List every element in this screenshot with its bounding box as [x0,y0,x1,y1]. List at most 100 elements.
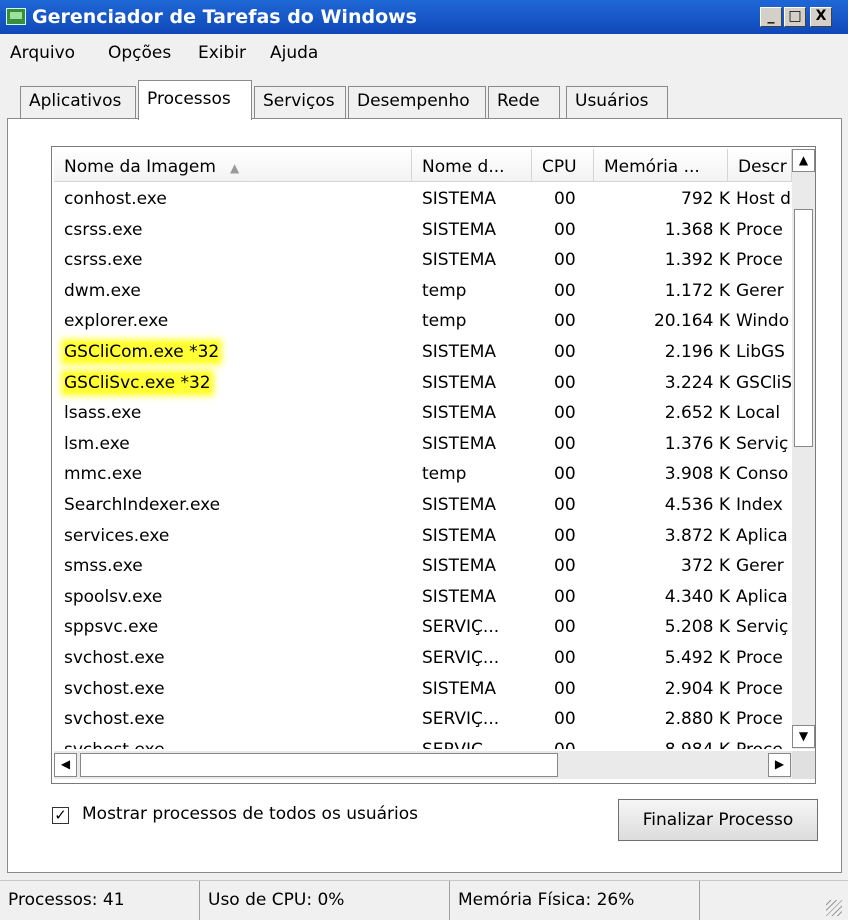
description-cell: GSCliS [736,372,792,393]
table-row[interactable]: services.exe SISTEMA 00 3.872 K Aplica [54,520,794,551]
table-row[interactable]: csrss.exe SISTEMA 00 1.392 K Proce [54,244,794,275]
user-name-cell: temp [422,464,467,485]
title-bar[interactable]: Gerenciador de Tarefas do Windows _ □ X [0,0,848,34]
description-cell: Proce [736,647,783,668]
column-label: CPU [542,157,577,177]
memory-cell: 1.368 K [664,219,730,240]
process-name-cell: lsass.exe [64,403,142,424]
scroll-up-icon[interactable]: ▲ [792,149,815,172]
menu-arquivo[interactable]: Arquivo [10,43,75,63]
process-name-cell: csrss.exe [64,219,143,240]
scroll-right-icon[interactable]: ▶ [768,753,791,777]
minimize-button[interactable]: _ [760,7,782,27]
tab-label: Rede [497,91,540,111]
tab-servicos[interactable]: Serviços [254,86,346,118]
tab-aplicativos[interactable]: Aplicativos [20,86,136,118]
column-header-user[interactable]: Nome d... [412,149,532,182]
process-name-cell: svchost.exe [64,709,165,730]
process-name-cell: svchost.exe [64,678,165,699]
cpu-cell: 00 [554,219,576,240]
table-row[interactable]: GSCliCom.exe *32 SISTEMA 00 2.196 K LibGS [54,336,794,367]
table-row[interactable]: explorer.exe temp 00 20.164 K Windo [54,305,794,336]
user-name-cell: SERVIÇ... [422,617,500,638]
vertical-scrollbar[interactable]: ▲ ▼ [792,149,815,749]
description-cell: Aplica [736,525,788,546]
process-name-cell: explorer.exe [64,311,169,332]
tab-label: Serviços [263,91,335,111]
user-name-cell: SISTEMA [422,403,497,424]
vertical-scroll-thumb[interactable] [794,209,813,447]
menu-exibir[interactable]: Exibir [198,43,246,63]
process-name-cell: mmc.exe [64,464,143,485]
description-cell: Proce [736,740,792,749]
table-row[interactable]: lsass.exe SISTEMA 00 2.652 K Local [54,397,794,428]
user-name-cell: SISTEMA [422,219,497,240]
table-row[interactable]: csrss.exe SISTEMA 00 1.368 K Proce [54,214,794,245]
memory-cell: 1.172 K [664,280,730,301]
close-button[interactable]: X [810,7,832,27]
end-process-button[interactable]: Finalizar Processo [618,799,818,841]
show-all-users-label[interactable]: Mostrar processos de todos os usuários [82,804,418,824]
user-name-cell: SISTEMA [422,494,497,515]
process-name-cell: smss.exe [64,556,143,577]
table-row[interactable]: svchost.exe SERVIÇ... 00 2.880 K Proce [54,703,794,734]
cpu-cell: 00 [554,586,576,607]
cpu-cell: 00 [554,280,576,301]
column-header-memory[interactable]: Memória ... [594,149,728,182]
user-name-cell: SISTEMA [422,250,497,271]
tab-processos[interactable]: Processos [138,80,252,120]
table-row[interactable]: sppsvc.exe SERVIÇ... 00 5.208 K Serviç [54,611,794,642]
tab-rede[interactable]: Rede [488,86,560,118]
column-header-name[interactable]: Nome da Imagem ▲ [54,149,412,182]
horizontal-scrollbar[interactable]: ◀ ▶ [54,751,792,779]
resize-grip-icon[interactable] [826,900,842,916]
table-row[interactable]: SearchIndexer.exe SISTEMA 00 4.536 K Index [54,489,794,520]
table-row[interactable]: lsm.exe SISTEMA 00 1.376 K Serviç [54,428,794,459]
window-title: Gerenciador de Tarefas do Windows [32,6,417,28]
table-row[interactable]: dwm.exe temp 00 1.172 K Gerer [54,275,794,306]
process-name-cell: SearchIndexer.exe [64,494,221,515]
show-all-users-checkbox[interactable]: ✓ [52,807,69,824]
table-row[interactable]: conhost.exe SISTEMA 00 792 K Host d [54,183,794,214]
horizontal-scroll-thumb[interactable] [80,753,558,777]
cpu-cell: 00 [554,525,576,546]
cpu-cell: 00 [554,311,576,332]
scroll-down-icon[interactable]: ▼ [792,725,815,748]
user-name-cell: SISTEMA [422,433,497,454]
memory-cell: 1.376 K [664,433,730,454]
tab-usuarios[interactable]: Usuários [566,86,668,118]
user-name-cell: SERVIÇ... [422,740,534,749]
tab-label: Processos [147,89,231,109]
user-name-cell: SISTEMA [422,678,497,699]
process-name-cell: GSCliSvc.exe *32 [64,372,211,393]
description-cell: Gerer [736,556,784,577]
cpu-cell: 00 [554,341,576,362]
process-list[interactable]: Nome da Imagem ▲ Nome d... CPU Memória ..… [51,146,816,784]
column-header-cpu[interactable]: CPU [532,149,594,182]
description-cell: Proce [736,709,783,730]
maximize-button[interactable]: □ [784,7,806,27]
memory-cell: 5.492 K [664,647,730,668]
table-row[interactable]: smss.exe SISTEMA 00 372 K Gerer [54,550,794,581]
scroll-left-icon[interactable]: ◀ [54,753,77,777]
cpu-cell: 00 [554,617,576,638]
table-row[interactable]: mmc.exe temp 00 3.908 K Conso [54,458,794,489]
user-name-cell: SISTEMA [422,372,497,393]
description-cell: Host d [736,189,791,209]
tab-desempenho[interactable]: Desempenho [348,86,486,118]
menu-ajuda[interactable]: Ajuda [270,43,318,63]
table-row[interactable]: svchost.exe SISTEMA 00 2.904 K Proce [54,673,794,704]
process-name-cell: svchost.exe [64,647,165,668]
user-name-cell: SISTEMA [422,556,497,577]
scrollbar-corner [792,751,815,779]
tab-label: Aplicativos [29,91,122,111]
table-row[interactable]: GSCliSvc.exe *32 SISTEMA 00 3.224 K GSCliS [54,367,794,398]
table-row[interactable]: svchost.exe SERVIÇ... 00 8.984 K Proce [54,734,794,749]
cpu-cell: 00 [554,433,576,454]
table-row[interactable]: svchost.exe SERVIÇ... 00 5.492 K Proce [54,642,794,673]
column-header-description[interactable]: Descr [728,149,792,182]
table-row[interactable]: spoolsv.exe SISTEMA 00 4.340 K Aplica [54,581,794,612]
process-name-cell: svchost.exe [64,740,404,749]
cpu-cell: 00 [554,403,576,424]
menu-opcoes[interactable]: Opções [108,43,171,63]
